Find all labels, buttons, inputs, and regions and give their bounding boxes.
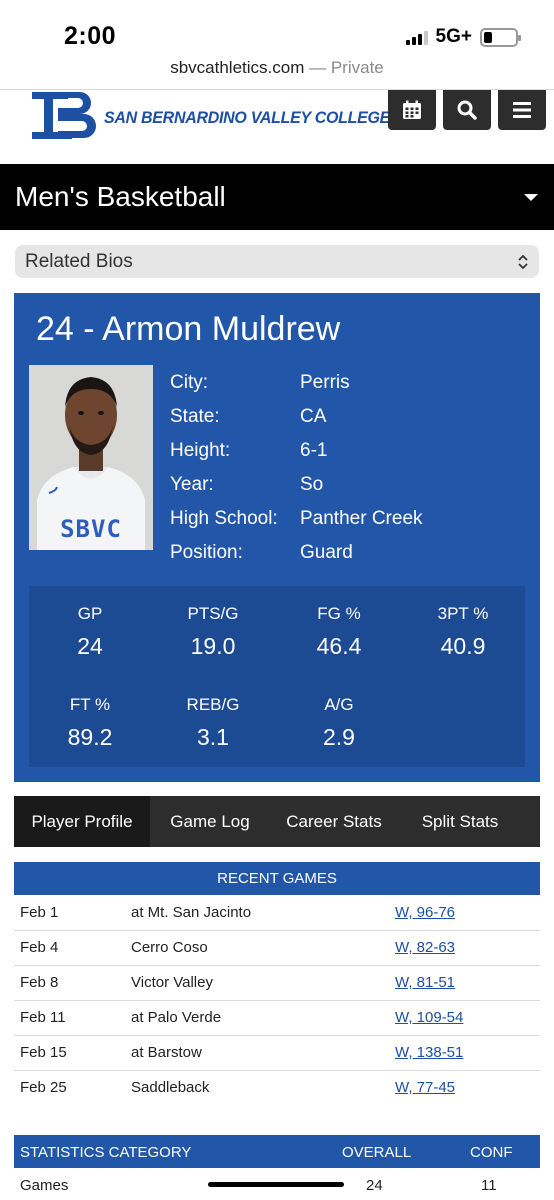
stat-value-reb: 3.1 bbox=[197, 724, 229, 750]
stat-value-fg: 46.4 bbox=[316, 633, 362, 659]
tab-split-stats[interactable]: Split Stats bbox=[398, 796, 522, 847]
info-label-height: Height: bbox=[170, 440, 231, 461]
info-label-city: City: bbox=[170, 372, 208, 393]
battery-icon bbox=[480, 27, 521, 47]
game-row: Feb 8 Victor Valley W, 81-51 bbox=[14, 966, 540, 1001]
menu-button[interactable] bbox=[498, 90, 546, 130]
game-result-link[interactable]: W, 81-51 bbox=[395, 974, 455, 991]
sport-title: Men's Basketball bbox=[15, 181, 226, 212]
info-label-high-school: High School: bbox=[170, 508, 278, 529]
calendar-icon bbox=[403, 100, 421, 119]
stat-label-ast: A/G bbox=[324, 695, 354, 714]
info-value-city: Perris bbox=[300, 372, 350, 393]
game-date: Feb 8 bbox=[20, 974, 59, 991]
game-date: Feb 11 bbox=[20, 1009, 66, 1026]
search-icon bbox=[457, 100, 477, 120]
stat-overall: 24 bbox=[366, 1177, 383, 1194]
info-value-position: Guard bbox=[300, 542, 353, 563]
player-card: 24 - Armon Muldrew SBVC City: Perris Sta… bbox=[14, 293, 540, 782]
stat-label-ft: FT % bbox=[69, 695, 111, 714]
related-bios-label: Related Bios bbox=[25, 251, 133, 272]
url-domain: sbvcathletics.com bbox=[170, 58, 305, 77]
tab-game-log[interactable]: Game Log bbox=[150, 796, 270, 847]
info-label-year: Year: bbox=[170, 474, 214, 495]
tab-career-stats[interactable]: Career Stats bbox=[270, 796, 398, 847]
player-name: 24 - Armon Muldrew bbox=[36, 310, 341, 348]
stat-label-reb: REB/G bbox=[186, 695, 240, 714]
game-row: Feb 11 at Palo Verde W, 109-54 bbox=[14, 1001, 540, 1036]
col-header-overall: OVERALL bbox=[342, 1144, 412, 1161]
private-mode-label: — Private bbox=[309, 58, 384, 77]
game-row: Feb 1 at Mt. San Jacinto W, 96-76 bbox=[14, 896, 540, 931]
info-value-height: 6-1 bbox=[300, 440, 328, 461]
game-result-link[interactable]: W, 138-51 bbox=[395, 1044, 463, 1061]
status-time: 2:00 bbox=[64, 22, 117, 50]
stat-label-gp: GP bbox=[77, 604, 103, 623]
game-result-link[interactable]: W, 77-45 bbox=[395, 1079, 455, 1096]
game-opponent: at Palo Verde bbox=[131, 1009, 222, 1026]
info-label-position: Position: bbox=[170, 542, 243, 563]
logo-text[interactable]: SAN BERNARDINO VALLEY COLLEGE bbox=[104, 108, 390, 128]
game-opponent: at Barstow bbox=[131, 1044, 202, 1061]
search-button[interactable] bbox=[443, 90, 491, 130]
signal-icon bbox=[405, 29, 428, 45]
stat-conf: 11 bbox=[481, 1177, 497, 1194]
info-value-year: So bbox=[300, 474, 324, 495]
status-indicators: 5G+ bbox=[405, 26, 521, 48]
info-value-high-school: Panther Creek bbox=[300, 508, 423, 529]
url-bar[interactable]: sbvcathletics.com — Private bbox=[0, 58, 554, 88]
tab-player-profile[interactable]: Player Profile bbox=[14, 796, 150, 847]
player-photo: SBVC bbox=[29, 365, 153, 550]
game-row: Feb 25 Saddleback W, 77-45 bbox=[14, 1071, 540, 1106]
game-date: Feb 1 bbox=[20, 904, 59, 921]
game-opponent: at Mt. San Jacinto bbox=[131, 904, 252, 921]
stat-value-pts: 19.0 bbox=[190, 633, 236, 659]
select-arrows-icon bbox=[518, 254, 528, 270]
game-result-link[interactable]: W, 96-76 bbox=[395, 904, 455, 921]
game-date: Feb 25 bbox=[20, 1079, 67, 1096]
stat-value-ft: 89.2 bbox=[67, 724, 113, 750]
col-header-conf: CONF bbox=[470, 1144, 513, 1161]
game-row: Feb 15 at Barstow W, 138-51 bbox=[14, 1036, 540, 1071]
stat-label-3pt: 3PT % bbox=[437, 604, 489, 623]
jersey-text: SBVC bbox=[60, 515, 122, 543]
network-type: 5G+ bbox=[435, 26, 472, 47]
home-indicator[interactable] bbox=[208, 1182, 344, 1187]
caret-down-icon bbox=[524, 194, 538, 201]
recent-games-header: RECENT GAMES bbox=[14, 862, 540, 895]
calendar-button[interactable] bbox=[388, 90, 436, 130]
related-bios-select[interactable]: Related Bios bbox=[15, 245, 539, 278]
menu-icon bbox=[513, 102, 531, 118]
stat-label-pts: PTS/G bbox=[187, 604, 239, 623]
info-value-state: CA bbox=[300, 406, 327, 427]
stat-category: Games bbox=[20, 1177, 69, 1194]
sport-selector[interactable]: Men's Basketball bbox=[0, 164, 554, 230]
stat-label-fg: FG % bbox=[317, 604, 361, 623]
sbvc-logo-icon[interactable] bbox=[32, 90, 98, 148]
game-result-link[interactable]: W, 82-63 bbox=[395, 939, 455, 956]
info-label-state: State: bbox=[170, 406, 220, 427]
season-stats: GP 24 PTS/G 19.0 FG % 46.4 3PT % 40.9 FT… bbox=[29, 586, 525, 767]
statistics-table-header: STATISTICS CATEGORY OVERALL CONF bbox=[14, 1135, 540, 1168]
stat-value-ast: 2.9 bbox=[323, 724, 355, 750]
game-opponent: Saddleback bbox=[131, 1079, 210, 1096]
stat-value-3pt: 40.9 bbox=[440, 633, 486, 659]
game-result-link[interactable]: W, 109-54 bbox=[395, 1009, 463, 1026]
game-date: Feb 15 bbox=[20, 1044, 67, 1061]
status-bar: 2:00 5G+ bbox=[0, 0, 554, 58]
profile-tabs: Player Profile Game Log Career Stats Spl… bbox=[14, 796, 540, 847]
game-row: Feb 4 Cerro Coso W, 82-63 bbox=[14, 931, 540, 966]
site-header: SAN BERNARDINO VALLEY COLLEGE bbox=[0, 90, 554, 164]
col-header-category: STATISTICS CATEGORY bbox=[20, 1144, 192, 1161]
game-opponent: Victor Valley bbox=[131, 974, 213, 991]
game-opponent: Cerro Coso bbox=[131, 939, 208, 956]
stat-value-gp: 24 bbox=[77, 633, 103, 659]
game-date: Feb 4 bbox=[20, 939, 59, 956]
